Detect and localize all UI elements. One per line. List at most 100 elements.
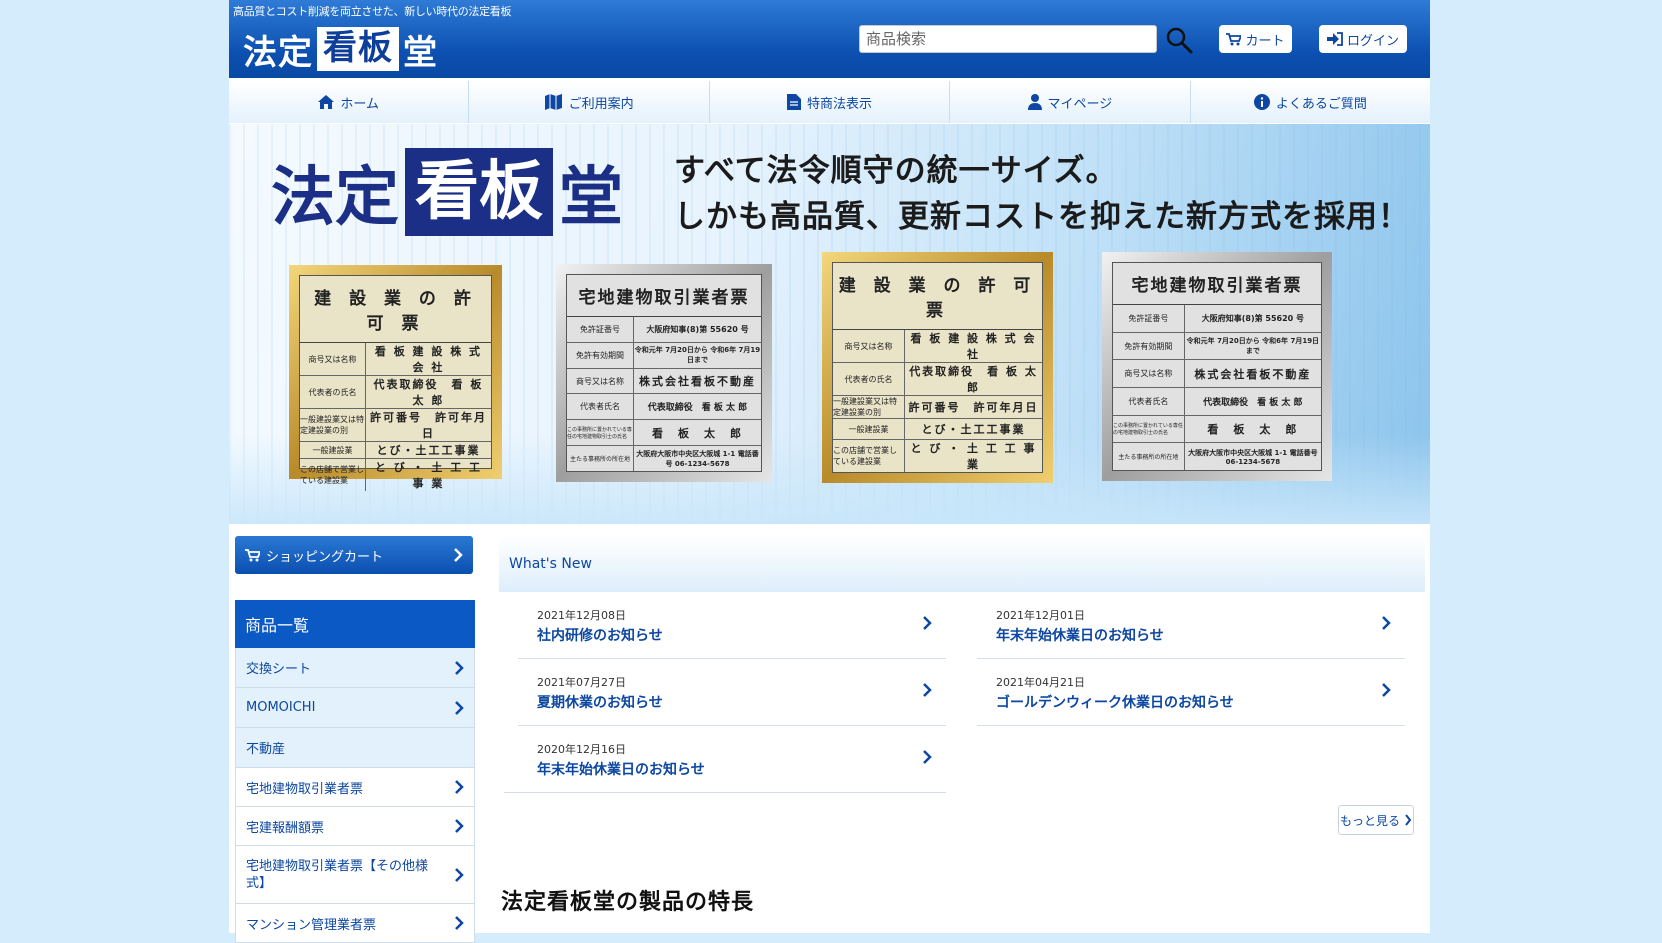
- plate-row-value: 看 板 建 設 株 式 会 社: [910, 332, 1037, 361]
- chevron-right-icon: [455, 867, 464, 882]
- chevron-right-icon: [1382, 616, 1391, 630]
- plate-row-key: 免許証番号: [567, 317, 634, 342]
- shopping-cart-link[interactable]: ショッピングカート: [235, 536, 473, 574]
- site-logo[interactable]: 法定 看板 堂: [243, 24, 438, 74]
- plate-row-value: 看 板 太 郎: [1207, 423, 1299, 437]
- plate-row-value: 代表取締役 看 板 太 郎: [1203, 397, 1303, 408]
- plate-face: 建 設 業 の 許 可 票 商号又は名称看 板 建 設 株 式 会 社 代表者の…: [299, 275, 492, 491]
- nav-item-faq[interactable]: よくあるご質問: [1191, 81, 1430, 123]
- plate-row: 一般建設業又は特定建設業の別 許可番号 許可年月日: [300, 409, 491, 442]
- document-icon: [787, 94, 801, 110]
- category-item[interactable]: 宅建報酬額票: [235, 807, 475, 846]
- news-title: 社内研修のお知らせ: [537, 628, 663, 644]
- plate-row-key: この事務所に置かれている専任の宅地建物取引士の氏名: [1113, 415, 1185, 443]
- category-item-label: 不動産: [246, 742, 286, 757]
- plate-row-value: 株式会社看板不動産: [638, 375, 756, 389]
- chevron-right-icon: [923, 683, 932, 697]
- cart-icon: [245, 548, 260, 561]
- search-input[interactable]: [859, 25, 1157, 53]
- logo-text-boxed: 看板: [317, 27, 399, 71]
- plate-row-value: 令和元年 7月20日から 令和6年 7月19日まで: [634, 346, 761, 365]
- plate-title: 宅地建物取引業者票: [567, 275, 761, 317]
- plate-row-value: 大阪府知事(8)第 55620 号: [1201, 313, 1304, 323]
- news-item[interactable]: 2021年12月08日 社内研修のお知らせ: [518, 593, 946, 659]
- news-item[interactable]: 2021年04月21日 ゴールデンウィーク休業日のお知らせ: [977, 660, 1405, 726]
- plate-row-value: 看 板 太 郎: [651, 426, 743, 440]
- plate-row-value: 許可番号 許可年月日: [908, 401, 1039, 414]
- plate-row-key: 一般建設業: [300, 442, 366, 458]
- nav-item-legal[interactable]: 特商法表示: [710, 81, 951, 123]
- plate-row-key: 一般建設業又は特定建設業の別: [833, 396, 906, 418]
- logo-text-left: 法定: [243, 32, 313, 73]
- category-item[interactable]: 宅地建物取引業者票【その他様式】: [235, 846, 475, 904]
- hero-logo-right: 堂: [559, 161, 623, 235]
- news-title: ゴールデンウィーク休業日のお知らせ: [996, 695, 1234, 711]
- plate-row: 商号又は名称看 板 建 設 株 式 会 社: [300, 343, 491, 376]
- plate-row-key: 主たる事務所の所在地: [1113, 443, 1185, 471]
- plate-row-key: 免許証番号: [1113, 305, 1185, 332]
- category-item-label: 交換シート: [246, 662, 312, 677]
- category-item[interactable]: マンション管理業者票: [235, 904, 475, 943]
- login-button[interactable]: ログイン: [1319, 25, 1407, 53]
- nav-item-guide[interactable]: ご利用案内: [469, 81, 710, 123]
- sign-plate-realestate-silver: 宅地建物取引業者票 免許証番号 大阪府知事(8)第 55620 号 免許有効期間令…: [556, 264, 772, 482]
- plate-row-key: 商号又は名称: [833, 330, 906, 362]
- nav-item-home[interactable]: ホーム: [229, 81, 470, 123]
- plate-row-key: 免許有効期間: [567, 342, 634, 368]
- news-item[interactable]: 2021年07月27日 夏期休業のお知らせ: [518, 660, 946, 726]
- plate-row: 一般建設業又は特定建設業の別 許可番号 許可年月日: [833, 396, 1042, 419]
- category-item[interactable]: MOMOICHI: [235, 688, 475, 728]
- chevron-right-icon: [455, 700, 464, 715]
- more-news-label: もっと見る: [1339, 813, 1400, 828]
- cart-icon: [1226, 32, 1242, 45]
- nav-item-label: ホーム: [340, 96, 380, 112]
- cart-button-label: カート: [1245, 33, 1285, 49]
- page: 高品質とコスト削減を両立させた、新しい時代の法定看板 法定 看板 堂 カート: [229, 0, 1430, 943]
- plate-row-key: 代表者氏名: [567, 394, 634, 420]
- hero-logo-boxed: 看板: [405, 148, 553, 236]
- more-news-button[interactable]: もっと見る: [1338, 805, 1414, 835]
- hero-copy-line1: すべて法令順守の統一サイズ。: [674, 153, 1118, 189]
- plate-row-key: 一般建設業又は特定建設業の別: [300, 409, 366, 441]
- plate-face: 宅地建物取引業者票 免許証番号 大阪府知事(8)第 55620 号 免許有効期間令…: [566, 274, 762, 472]
- plate-row: 主たる事務所の所在地 大阪府大阪市中央区大阪城 1-1 電話番号 06-1234-…: [567, 446, 761, 471]
- news-date: 2021年12月01日: [996, 609, 1085, 622]
- plate-row: 一般建設業 とび・土工工事業: [300, 442, 491, 459]
- plate-row-key: 代表者の氏名: [833, 363, 906, 395]
- plate-row: 商号又は名称看 板 建 設 株 式 会 社: [833, 330, 1042, 363]
- category-item-label: MOMOICHI: [246, 700, 316, 715]
- plate-row-key: 商号又は名称: [1113, 360, 1185, 388]
- plate-row-key: この事務所に置かれている専任の宅地建物取引士の氏名: [567, 420, 634, 446]
- plate-row: 一般建設業 とび・土工工事業: [833, 419, 1042, 440]
- logo-text-right: 堂: [403, 32, 438, 73]
- plate-row: 代表者の氏名 代表取締役 看 板 太 郎: [300, 376, 491, 409]
- nav-item-label: よくあるご質問: [1275, 96, 1367, 112]
- map-icon: [544, 94, 562, 110]
- site-header: 高品質とコスト削減を両立させた、新しい時代の法定看板 法定 看板 堂 カート: [229, 0, 1430, 78]
- plate-row: この店舗で営業している建設業と び ・ 土 工 工 事 業: [300, 459, 491, 491]
- login-button-label: ログイン: [1346, 33, 1399, 49]
- news-item[interactable]: 2021年12月01日 年末年始休業日のお知らせ: [977, 593, 1405, 659]
- plate-row-value: 大阪府知事(8)第 55620 号: [646, 324, 749, 334]
- category-item-label: マンション管理業者票: [246, 917, 377, 933]
- plate-row-key: 代表者氏名: [1113, 388, 1185, 415]
- category-item[interactable]: 宅地建物取引業者票: [235, 768, 475, 807]
- plate-face: 宅地建物取引業者票 免許証番号 大阪府知事(8)第 55620 号 免許有効期間令…: [1112, 262, 1322, 471]
- news-title: 年末年始休業日のお知らせ: [537, 762, 705, 778]
- cart-button[interactable]: カート: [1219, 25, 1292, 53]
- plate-row-value: 代表取締役 看 板 太 郎: [909, 365, 1038, 394]
- plate-row: 免許有効期間 令和元年 7月20日から 令和6年 7月19日まで: [1113, 332, 1321, 361]
- nav-item-mypage[interactable]: マイページ: [950, 81, 1191, 123]
- category-item[interactable]: 不動産: [235, 728, 475, 768]
- news-item[interactable]: 2020年12月16日 年末年始休業日のお知らせ: [504, 727, 946, 793]
- category-item[interactable]: 交換シート: [235, 648, 475, 688]
- hero-logo: 法定 看板 堂: [271, 146, 623, 238]
- plate-row-value: とび・土工工事業: [921, 423, 1026, 436]
- hero-banner[interactable]: 法定 看板 堂 すべて法令順守の統一サイズ。 しかも高品質、更新コストを抑えた新…: [229, 124, 1430, 524]
- category-list: 交換シート MOMOICHI 不動産 宅地建物取引業者票 宅建報酬額票 宅地建物…: [235, 648, 475, 943]
- plate-row: この事務所に置かれている専任の宅地建物取引士の氏名 看 板 太 郎: [567, 420, 761, 447]
- plate-title: 建 設 業 の 許 可 票: [300, 276, 491, 343]
- plate-row: この事務所に置かれている専任の宅地建物取引士の氏名 看 板 太 郎: [1113, 415, 1321, 444]
- search-button[interactable]: [1164, 25, 1194, 55]
- hero-copy: すべて法令順守の統一サイズ。 しかも高品質、更新コストを抑えた新方式を採用！: [674, 148, 1410, 240]
